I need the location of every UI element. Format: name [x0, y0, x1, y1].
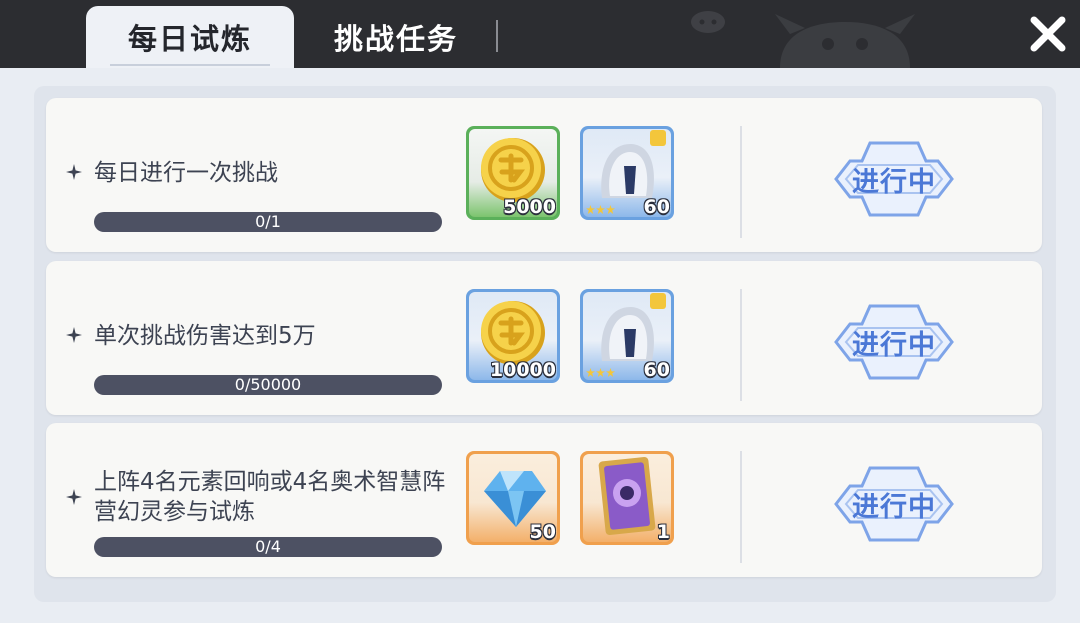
- tab-daily-trial[interactable]: 每日试炼: [86, 6, 294, 68]
- reward-hero-card[interactable]: 60: [580, 289, 674, 383]
- reward-qty: 5000: [503, 196, 556, 218]
- rarity-stars: [586, 205, 615, 214]
- tab-underline: [110, 64, 270, 66]
- status-label: 进行中: [852, 491, 936, 523]
- reward-gold-coin[interactable]: 5000: [466, 126, 560, 220]
- reward-qty: 10000: [489, 359, 556, 381]
- tab-challenge-tasks-label: 挑战任务: [333, 22, 458, 56]
- reward-diamond[interactable]: 50: [466, 451, 560, 545]
- status-button[interactable]: 进行中: [822, 460, 966, 548]
- reward-qty: 50: [529, 521, 556, 543]
- rarity-stars: [586, 368, 615, 377]
- card-divider: [740, 126, 742, 238]
- progress-bar: 0/1: [94, 212, 442, 232]
- tab-separator: [496, 20, 498, 52]
- task-title: 每日进行一次挑战: [94, 160, 278, 186]
- sparkle-icon: [66, 327, 82, 343]
- reward-qty: 1: [656, 521, 670, 543]
- sparkle-icon: [66, 489, 82, 505]
- reward-hero-card[interactable]: 60: [580, 126, 674, 220]
- monster-silhouette-icon: [775, 14, 915, 68]
- reward-purple-card[interactable]: 1: [580, 451, 674, 545]
- task-title: 上阵4名元素回响或4名奥术智慧阵营幻灵参与试炼: [94, 469, 446, 525]
- reward-gold-coin[interactable]: 10000: [466, 289, 560, 383]
- status-label: 进行中: [852, 329, 936, 361]
- tab-challenge-tasks[interactable]: 挑战任务: [316, 6, 476, 68]
- task-card: 每日进行一次挑战 0/1 5000 60 进行中: [46, 98, 1042, 252]
- reward-qty: 60: [643, 359, 670, 381]
- task-title: 单次挑战伤害达到5万: [94, 323, 316, 349]
- task-card: 上阵4名元素回响或4名奥术智慧阵营幻灵参与试炼 0/4 50 1 进行中: [46, 423, 1042, 577]
- reward-qty: 60: [643, 196, 670, 218]
- status-button[interactable]: 进行中: [822, 135, 966, 223]
- blob-deco-icon: [691, 11, 725, 33]
- card-divider: [740, 289, 742, 401]
- card-divider: [740, 451, 742, 563]
- progress-text: 0/1: [255, 212, 281, 231]
- task-card: 单次挑战伤害达到5万 0/50000 10000 60 进行中: [46, 261, 1042, 415]
- progress-text: 0/50000: [234, 375, 302, 394]
- status-label: 进行中: [852, 166, 936, 198]
- tab-daily-trial-label: 每日试炼: [127, 22, 252, 56]
- progress-text: 0/4: [255, 537, 281, 556]
- sparkle-icon: [66, 164, 82, 180]
- close-icon[interactable]: [1026, 12, 1070, 56]
- status-button[interactable]: 进行中: [822, 298, 966, 386]
- progress-bar: 0/50000: [94, 375, 442, 395]
- progress-bar: 0/4: [94, 537, 442, 557]
